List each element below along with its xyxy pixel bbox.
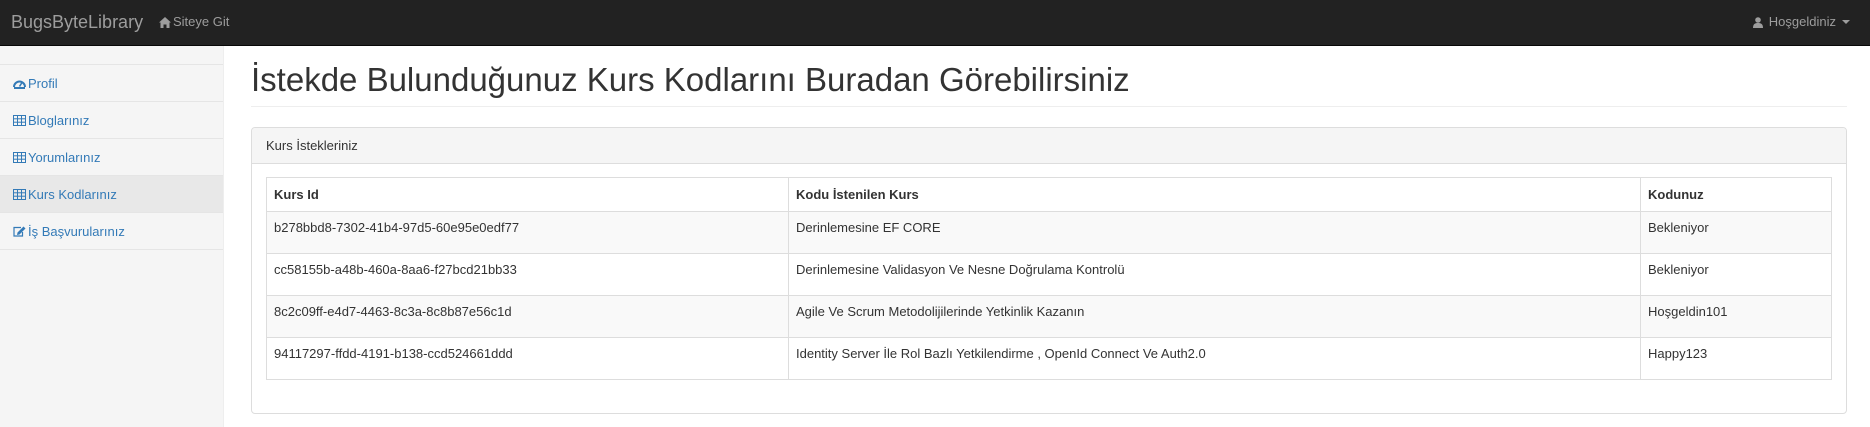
cell-course: Identity Server İle Rol Bazlı Yetkilendi… <box>788 337 1641 380</box>
cell-kurs-id: 8c2c09ff-e4d7-4463-8c3a-8c8b87e56c1d <box>266 295 789 338</box>
edit-icon <box>13 226 26 237</box>
site-link-label: Siteye Git <box>173 14 230 29</box>
home-icon <box>159 16 171 28</box>
table-row: 94117297-ffdd-4191-b138-ccd524661ddd Ide… <box>266 337 1832 380</box>
user-dropdown[interactable]: Hoşgeldiniz <box>1752 14 1850 30</box>
sidebar-item-label: Profil <box>28 75 58 91</box>
table-icon <box>13 114 26 126</box>
cell-code: Hoşgeldin101 <box>1640 295 1832 338</box>
cell-code: Bekleniyor <box>1640 211 1832 254</box>
sidebar-item-is-basvurulariniz[interactable]: İş Başvurularınız <box>0 213 223 250</box>
caret-down-icon <box>1842 20 1850 24</box>
column-header-course: Kodu İstenilen Kurs <box>788 177 1641 212</box>
site-link[interactable]: Siteye Git <box>159 14 229 30</box>
cell-kurs-id: cc58155b-a48b-460a-8aa6-f27bcd21bb33 <box>266 253 789 296</box>
table-icon <box>13 151 26 163</box>
table-row: 8c2c09ff-e4d7-4463-8c3a-8c8b87e56c1d Agi… <box>266 295 1832 338</box>
sidebar-item-profil[interactable]: Profil <box>0 65 223 102</box>
user-icon <box>1752 16 1763 28</box>
cell-kurs-id: 94117297-ffdd-4191-b138-ccd524661ddd <box>266 337 789 380</box>
table-header-row: Kurs Id Kodu İstenilen Kurs Kodunuz <box>266 177 1832 212</box>
sidebar-item-label: Yorumlarınız <box>28 149 101 165</box>
cell-course: Derinlemesine EF CORE <box>788 211 1641 254</box>
cell-course: Agile Ve Scrum Metodolijilerinde Yetkinl… <box>788 295 1641 338</box>
table-row: cc58155b-a48b-460a-8aa6-f27bcd21bb33 Der… <box>266 253 1832 296</box>
cell-code: Bekleniyor <box>1640 253 1832 296</box>
sidebar-item-kurs-kodlariniz[interactable]: Kurs Kodlarınız <box>0 176 223 213</box>
top-navbar: BugsByteLibrary Siteye Git Hoşgeldiniz <box>0 0 1870 46</box>
panel-heading: Kurs İstekleriniz <box>252 128 1846 164</box>
requests-panel: Kurs İstekleriniz Kurs Id Kodu İstenilen… <box>251 127 1847 414</box>
title-divider <box>251 106 1847 107</box>
dashboard-icon <box>13 80 26 89</box>
page-title: İstekde Bulunduğunuz Kurs Kodlarını Bura… <box>251 61 1130 98</box>
sidebar: Profil Bloglarınız Yorumlarınız Kurs Kod… <box>0 46 224 427</box>
sidebar-item-label: İş Başvurularınız <box>28 223 125 239</box>
column-header-code: Kodunuz <box>1640 177 1832 212</box>
user-label: Hoşgeldiniz <box>1768 14 1836 29</box>
sidebar-item-bloglariniz[interactable]: Bloglarınız <box>0 102 223 139</box>
column-header-kurs-id: Kurs Id <box>266 177 789 212</box>
sidebar-item-yorumlariniz[interactable]: Yorumlarınız <box>0 139 223 176</box>
sidebar-item-label: Bloglarınız <box>28 112 90 128</box>
sidebar-item-label: Kurs Kodlarınız <box>28 186 117 202</box>
cell-code: Happy123 <box>1640 337 1832 380</box>
cell-kurs-id: b278bbd8-7302-41b4-97d5-60e95e0edf77 <box>266 211 789 254</box>
table-icon <box>13 188 26 200</box>
course-code-table: Kurs Id Kodu İstenilen Kurs Kodunuz b278… <box>266 177 1832 380</box>
brand-link[interactable]: BugsByteLibrary <box>11 11 143 33</box>
cell-course: Derinlemesine Validasyon Ve Nesne Doğrul… <box>788 253 1641 296</box>
table-row: b278bbd8-7302-41b4-97d5-60e95e0edf77 Der… <box>266 211 1832 254</box>
